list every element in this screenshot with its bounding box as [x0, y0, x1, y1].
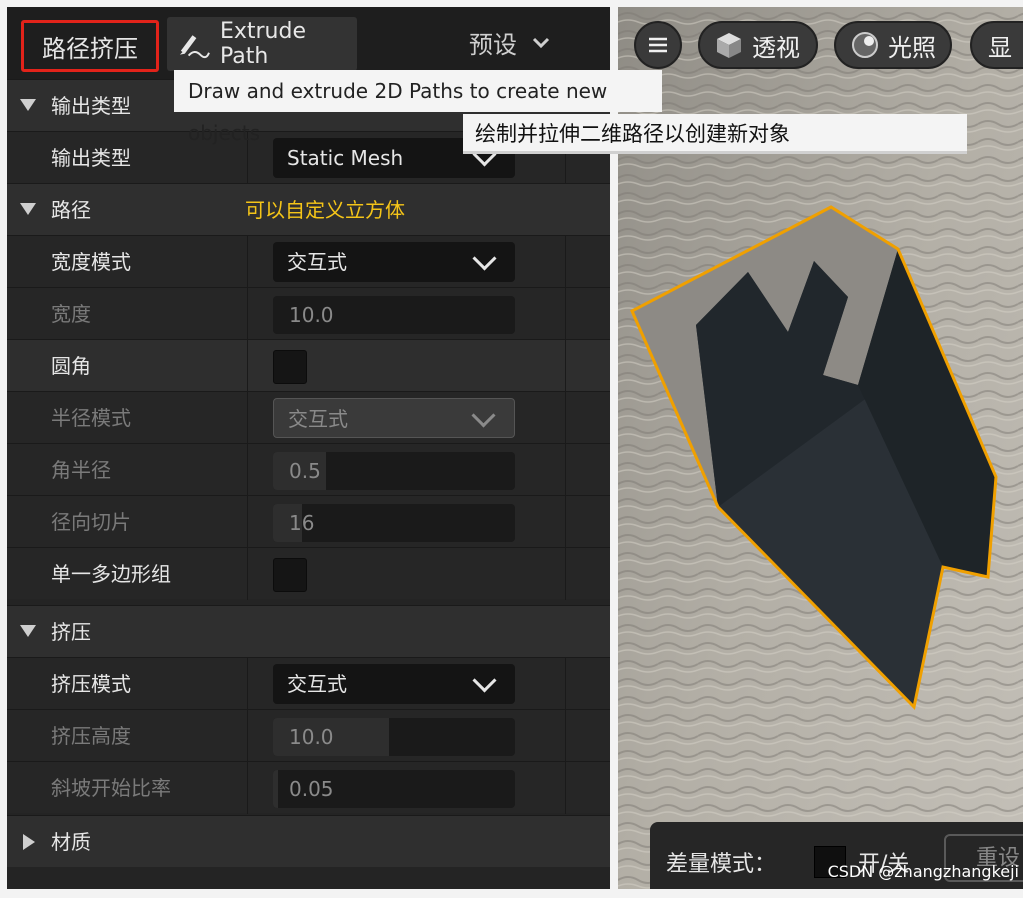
extrude-path-label: Extrude Path	[219, 19, 306, 69]
hamburger-icon	[649, 37, 667, 53]
property-label: 角半径	[51, 458, 111, 482]
preset-dropdown[interactable]: 预设	[469, 25, 551, 60]
section-material[interactable]: 材质	[7, 815, 610, 867]
radius-mode-combo[interactable]: 交互式	[273, 398, 515, 438]
mode-title: 路径挤压	[21, 20, 159, 72]
ramp-start-ratio-value: 0.05	[289, 777, 334, 801]
property-row-corner-radius: 角半径 0.5	[7, 443, 610, 496]
property-label: 输出类型	[51, 146, 131, 170]
extrude-mode-combo[interactable]: 交互式	[273, 664, 515, 704]
property-label: 宽度	[51, 302, 91, 326]
tooltip-english: Draw and extrude 2D Paths to create new …	[174, 70, 662, 145]
show-label: 显	[988, 33, 1012, 62]
chevron-down-icon	[532, 37, 550, 48]
show-button[interactable]: 显	[970, 21, 1023, 69]
tool-header: 路径挤压 Extrude Path 预设	[7, 7, 610, 79]
watermark: CSDN @zhangzhangkeji	[827, 862, 1019, 881]
cube-icon	[717, 33, 741, 58]
width-input[interactable]: 10.0	[273, 296, 515, 334]
property-label: 宽度模式	[51, 250, 131, 274]
extrude-height-input[interactable]: 10.0	[273, 718, 515, 756]
property-row-radius-mode: 半径模式 交互式	[7, 391, 610, 444]
diff-mode-label: 差量模式：	[666, 852, 777, 877]
collapse-arrow-icon[interactable]	[20, 625, 36, 637]
property-label: 斜坡开始比率	[51, 776, 171, 800]
property-label: 挤压模式	[51, 672, 131, 696]
viewport-menu-button[interactable]	[634, 21, 682, 69]
width-mode-value: 交互式	[287, 250, 347, 274]
width-mode-combo[interactable]: 交互式	[273, 242, 515, 282]
property-row-extrude-height: 挤压高度 10.0	[7, 709, 610, 762]
property-label: 单一多边形组	[51, 562, 171, 586]
section-extrude[interactable]: 挤压	[7, 605, 610, 657]
rounded-checkbox[interactable]	[273, 350, 307, 384]
radial-slices-input[interactable]: 16	[273, 504, 515, 542]
corner-radius-input[interactable]: 0.5	[273, 452, 515, 490]
lighting-icon	[852, 32, 878, 58]
property-label: 径向切片	[51, 510, 131, 534]
section-extrude-label: 挤压	[51, 620, 91, 644]
chevron-down-icon	[472, 246, 497, 271]
chevron-down-icon	[471, 403, 496, 428]
chevron-down-icon	[472, 668, 497, 693]
lighting-label: 光照	[888, 33, 936, 62]
property-row-rounded: 圆角	[7, 339, 610, 392]
perspective-button[interactable]: 透视	[698, 21, 818, 69]
extrude-path-button[interactable]: Extrude Path	[167, 17, 357, 71]
section-path[interactable]: 路径 可以自定义立方体	[7, 183, 610, 235]
width-value: 10.0	[289, 303, 334, 327]
extrude-mode-value: 交互式	[287, 672, 347, 696]
property-row-width: 宽度 10.0	[7, 287, 610, 340]
tooltip-chinese: 绘制并拉伸二维路径以创建新对象	[463, 114, 967, 154]
property-row-extrude-mode: 挤压模式 交互式	[7, 657, 610, 710]
radial-slices-value: 16	[289, 511, 315, 535]
collapse-arrow-icon[interactable]	[20, 99, 36, 111]
expand-arrow-icon[interactable]	[23, 834, 35, 850]
property-label: 圆角	[51, 354, 91, 378]
property-label: 挤压高度	[51, 724, 131, 748]
section-material-label: 材质	[51, 830, 91, 854]
annotation-note: 可以自定义立方体	[245, 198, 405, 222]
single-polygroup-checkbox[interactable]	[273, 558, 307, 592]
collapse-arrow-icon[interactable]	[20, 203, 36, 215]
pen-draw-icon	[179, 35, 210, 59]
extrude-height-value: 10.0	[289, 725, 334, 749]
radius-mode-value: 交互式	[288, 407, 348, 431]
section-path-label: 路径	[51, 198, 91, 222]
ramp-start-ratio-input[interactable]: 0.05	[273, 770, 515, 808]
property-label: 半径模式	[51, 406, 131, 430]
property-row-radial-slices: 径向切片 16	[7, 495, 610, 548]
section-output-type-label: 输出类型	[51, 94, 131, 118]
property-row-ramp-start-ratio: 斜坡开始比率 0.05	[7, 761, 610, 814]
perspective-label: 透视	[752, 33, 800, 62]
property-row-width-mode: 宽度模式 交互式	[7, 235, 610, 288]
property-row-single-polygroup: 单一多边形组	[7, 547, 610, 600]
output-type-value: Static Mesh	[287, 146, 404, 170]
preset-label: 预设	[469, 31, 517, 59]
lighting-button[interactable]: 光照	[834, 21, 952, 69]
corner-radius-value: 0.5	[289, 459, 321, 483]
